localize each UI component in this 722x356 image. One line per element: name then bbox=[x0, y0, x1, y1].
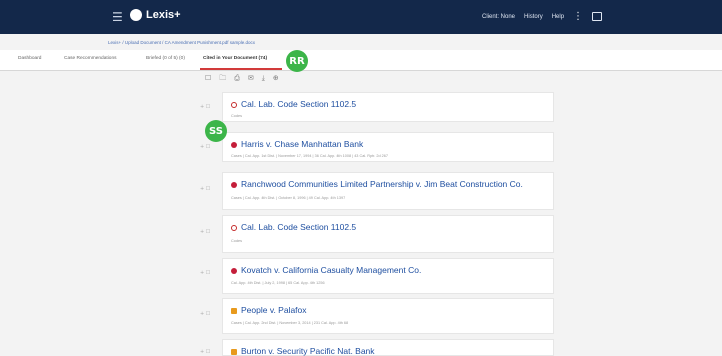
breadcrumb[interactable]: Lexis+ / Upload Document / CA Amendment … bbox=[108, 40, 255, 45]
row-select-checkbox[interactable]: + ☐ bbox=[200, 311, 210, 317]
tab-bar: Dashboard Case Recommendations Briefed (… bbox=[0, 50, 722, 71]
result-card[interactable]: Harris v. Chase Manhattan Bank Cases | C… bbox=[222, 132, 554, 162]
result-card[interactable]: Kovatch v. California Casualty Managemen… bbox=[222, 258, 554, 294]
folder-icon[interactable]: 🗀 bbox=[219, 74, 226, 85]
tab-cited-in-document[interactable]: Cited in Your Document (74) bbox=[203, 56, 267, 61]
client-selector[interactable]: Client: None bbox=[482, 14, 515, 20]
result-meta: Cases | Cal. App. 2nd Dist. | November 3… bbox=[231, 321, 349, 325]
result-card[interactable]: Cal. Lab. Code Section 1102.5 Codes bbox=[222, 92, 554, 122]
active-tab-indicator bbox=[200, 68, 282, 70]
result-meta: Codes bbox=[231, 239, 242, 243]
result-card[interactable]: Ranchwood Communities Limited Partnershi… bbox=[222, 172, 554, 210]
result-title[interactable]: Harris v. Chase Manhattan Bank bbox=[241, 139, 363, 149]
result-card[interactable]: People v. Palafox Cases | Cal. App. 2nd … bbox=[222, 298, 554, 334]
row-select-checkbox[interactable]: + ☐ bbox=[200, 229, 210, 235]
lexis-logo-mark bbox=[130, 9, 142, 21]
result-card[interactable]: Burton v. Security Pacific Nat. Bank bbox=[222, 339, 554, 356]
result-title[interactable]: Kovatch v. California Casualty Managemen… bbox=[241, 265, 421, 275]
result-meta: Cases | Cal. App. 4th Dist. | October 8,… bbox=[231, 196, 346, 200]
lexis-logo[interactable]: Lexis+ bbox=[130, 9, 181, 21]
download-icon[interactable]: ⤓ bbox=[262, 74, 265, 85]
negative-treatment-icon bbox=[231, 142, 237, 148]
caution-marker-icon bbox=[231, 308, 237, 314]
tab-dashboard[interactable]: Dashboard bbox=[18, 56, 41, 61]
result-meta: Cal. App. 4th Dist. | July 2, 1998 | 65 … bbox=[231, 281, 325, 285]
email-icon[interactable]: ✉ bbox=[248, 74, 254, 85]
link-icon[interactable]: ⊕ bbox=[273, 74, 279, 85]
topbar-right-menu: Client: None History Help ⋮ bbox=[482, 11, 603, 22]
result-title[interactable]: People v. Palafox bbox=[241, 305, 307, 315]
code-marker-icon bbox=[231, 102, 237, 108]
results-toolbar: ☐ 🗀 ⎙ ✉ ⤓ ⊕ bbox=[205, 74, 279, 85]
result-card[interactable]: Cal. Lab. Code Section 1102.5 Codes bbox=[222, 215, 554, 253]
print-icon[interactable]: ⎙ bbox=[234, 74, 240, 85]
checkbox-icon[interactable]: ☐ bbox=[205, 74, 211, 85]
code-marker-icon bbox=[231, 225, 237, 231]
tab-case-recommendations[interactable]: Case Recommendations bbox=[64, 56, 117, 61]
result-meta: Codes bbox=[231, 114, 242, 118]
result-meta: Cases | Cal. App. 1st Dist. | November 1… bbox=[231, 154, 388, 158]
top-navigation-bar: ☰ Lexis+ Client: None History Help ⋮ bbox=[0, 0, 722, 34]
row-select-checkbox[interactable]: + ☐ bbox=[200, 270, 210, 276]
row-select-checkbox[interactable]: + ☐ bbox=[200, 104, 210, 110]
row-select-checkbox[interactable]: + ☐ bbox=[200, 186, 210, 192]
negative-treatment-icon bbox=[231, 182, 237, 188]
row-select-checkbox[interactable]: + ☐ bbox=[200, 144, 210, 150]
result-title[interactable]: Cal. Lab. Code Section 1102.5 bbox=[241, 222, 356, 232]
result-title[interactable]: Burton v. Security Pacific Nat. Bank bbox=[241, 346, 375, 356]
rr-badge: RR bbox=[286, 50, 308, 72]
ss-badge: SS bbox=[205, 120, 227, 142]
result-title[interactable]: Ranchwood Communities Limited Partnershi… bbox=[241, 179, 523, 189]
result-title[interactable]: Cal. Lab. Code Section 1102.5 bbox=[241, 99, 356, 109]
tab-briefed[interactable]: Briefed (0 of 5) (0) bbox=[146, 56, 185, 61]
caution-marker-icon bbox=[231, 349, 237, 355]
negative-treatment-icon bbox=[231, 268, 237, 274]
row-select-checkbox[interactable]: + ☐ bbox=[200, 349, 210, 355]
hamburger-icon[interactable]: ☰ bbox=[112, 10, 123, 24]
kebab-icon[interactable]: ⋮ bbox=[573, 11, 583, 22]
history-link[interactable]: History bbox=[524, 14, 543, 20]
chat-icon[interactable] bbox=[592, 12, 603, 21]
help-link[interactable]: Help bbox=[552, 14, 564, 20]
logo-text: Lexis+ bbox=[146, 9, 181, 21]
